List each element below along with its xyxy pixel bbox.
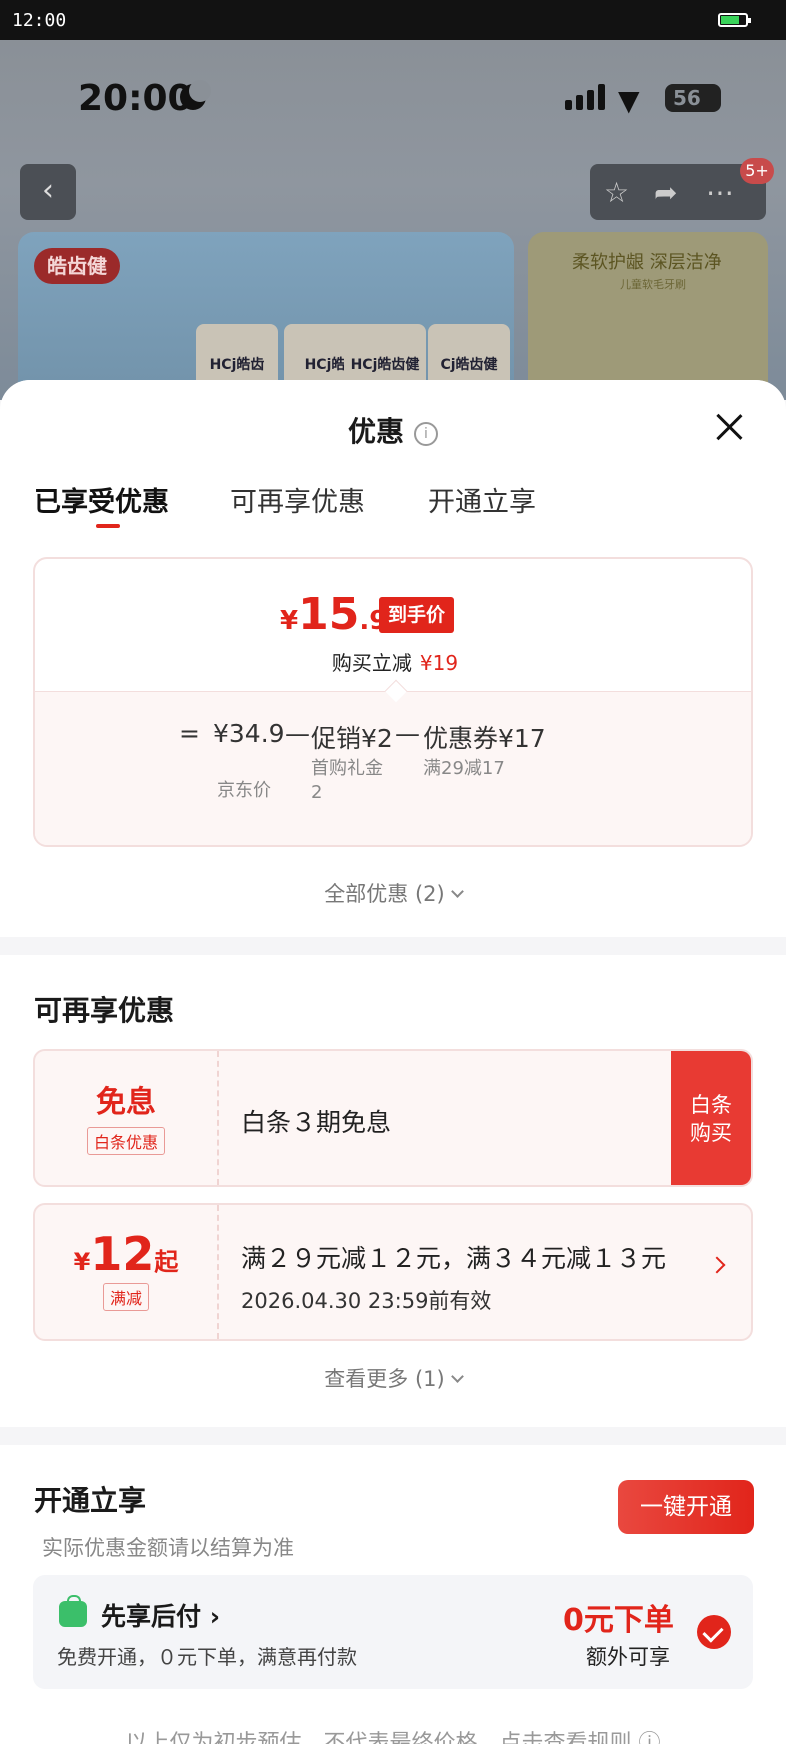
coupon-left: ¥12起 满减 [35,1205,217,1339]
more-offers-card: 可再享优惠 免息 白条优惠 白条３期免息 白条 购买 ¥12起 满减 满２９元减… [0,955,786,1427]
instant-reduction: 购买立减 ¥19 [35,647,751,676]
signal-icon [565,84,607,110]
coupon-description: 满２９元减１２元，满３４元减１３元 [241,1244,667,1273]
coupon-suffix: 起 [154,1248,179,1276]
back-button[interactable]: ‹ [20,164,76,220]
section-title: 开通立享 [34,1484,147,1517]
section-title: 可再享优惠 [34,994,175,1027]
chevron-down-icon [450,885,464,898]
coupon-left: 免息 白条优惠 [35,1051,217,1185]
manjian-coupon[interactable]: ¥12起 满减 满２９元减１２元，满３４元减１３元 2026.04.30 23:… [33,1203,753,1341]
price-integer: 15 [298,589,360,640]
coupon-description: 白条３期免息 [241,1108,392,1137]
banner-title: 柔软护龈 深层洁净 [572,252,722,273]
disclaimer-footer[interactable]: 以上仅为初步预估，不代表最终价格，点击查看规则 ⓘ [0,1725,786,1744]
dashed-divider [217,1205,219,1339]
pay-later-title-text: 先享后付 [101,1602,202,1631]
coupon-validity: 2026.04.30 23:59前有效 [241,1289,492,1313]
message-badge: 5+ [740,158,774,184]
dashed-divider [217,1051,219,1185]
shopping-bag-icon [59,1595,87,1627]
pay-later-box[interactable]: 先享后付 › 免费开通，０元下单，满意再付款 0元下单 额外可享 [33,1575,753,1689]
coupon-amount: ¥12起 [35,1227,217,1281]
all-offers-label: 全部优惠 (2) [324,882,445,906]
coupon-value: 12 [90,1227,155,1281]
battery-icon [718,13,751,27]
enjoyed-offers-card: 优惠 i 已享受优惠 可再享优惠 开通立享 ¥15.9 到手价 购买立减 ¥19 =… [0,380,786,937]
brand-logo: 皓齿健 [34,248,120,284]
final-price-box: ¥15.9 到手价 购买立减 ¥19 = ¥34.9 — 促销¥2 — 优惠券¥1… [33,557,753,847]
tab-open-enjoy[interactable]: 开通立享 [428,480,536,519]
chevron-right-icon: › [209,1602,221,1631]
base-price-label: 京东价 [217,780,271,801]
wifi-icon: ▼ [618,84,640,117]
final-price-tag: 到手价 [379,597,455,633]
tab-more-offers[interactable]: 可再享优惠 [230,480,365,519]
coupon-amount: 优惠券¥17 [423,724,546,753]
promo-label-line2: 2 [311,782,323,803]
phone-battery-icon: 56 [665,84,721,112]
close-icon[interactable] [712,410,746,444]
share-icon[interactable]: ➦ [654,176,677,209]
moon-icon [180,80,211,110]
sheet-title-text: 优惠 [347,415,404,448]
base-price: ¥34.9 [213,719,285,748]
settlement-note: 实际优惠金额请以结算为准 [42,1536,294,1560]
currency-symbol: ¥ [73,1248,91,1276]
info-icon: ⓘ [638,1731,661,1744]
see-more-label: 查看更多 (1) [324,1367,445,1391]
disclaimer-text: 以上仅为初步预估，不代表最终价格，点击查看规则 [125,1731,632,1744]
coupon-tag: 满减 [102,1283,149,1311]
banner-subtitle: 儿童软毛牙刷 [620,278,686,291]
promo-label: 首购礼金 [311,758,383,779]
equals-sign: = [179,719,200,748]
final-price: ¥15.9 [280,589,387,640]
zero-order-label: 0元下单 [563,1603,674,1638]
dimmed-product-page[interactable]: 20:00 ▼ 56 ‹ ☆ ➦ ⋯ 5+ 皓齿健 HCj皓齿 HCj皓 HCj… [0,40,786,400]
see-more-link[interactable]: 查看更多 (1) [0,1363,786,1393]
star-icon[interactable]: ☆ [604,176,629,209]
system-status-bar: 12:00 [0,0,786,40]
system-time: 12:00 [12,10,67,31]
product-image-banner[interactable]: 皓齿健 HCj皓齿 HCj皓 HCj皓齿健 Cj皓齿健 [18,232,514,400]
one-click-open-button[interactable]: 一键开通 [618,1480,754,1534]
phone-clock: 20:00 [78,78,193,119]
more-icon[interactable]: ⋯ [706,176,734,209]
tab-enjoyed[interactable]: 已享受优惠 [34,480,169,528]
coupon-big-text: 免息 [96,1085,156,1120]
checkmark-icon[interactable] [697,1615,731,1649]
price-breakdown [35,691,751,845]
chevron-down-icon [450,1370,464,1383]
baitiao-coupon[interactable]: 免息 白条优惠 白条３期免息 白条 购买 [33,1049,753,1187]
minus-sign: — [285,719,310,748]
info-icon[interactable]: i [414,422,438,446]
currency-symbol: ¥ [280,606,299,636]
pay-later-description: 免费开通，０元下单，满意再付款 [57,1645,357,1669]
baitiao-buy-button[interactable]: 白条 购买 [671,1051,751,1185]
secondary-banner[interactable]: 柔软护龈 深层洁净 儿童软毛牙刷 [528,232,768,400]
all-offers-link[interactable]: 全部优惠 (2) [0,878,786,908]
open-enjoy-card: 开通立享 一键开通 实际优惠金额请以结算为准 先享后付 › 免费开通，０元下单，… [0,1445,786,1744]
coupon-tag: 白条优惠 [86,1127,165,1155]
buy-button-line1: 白条 [690,1093,732,1117]
chevron-right-icon[interactable] [708,1256,726,1274]
promo-amount: 促销¥2 [311,724,393,753]
minus-sign: — [395,719,420,748]
coupon-label: 满29减17 [423,758,505,779]
sheet-title: 优惠 i [0,410,786,450]
pay-later-title[interactable]: 先享后付 › [101,1597,220,1633]
buy-button-line2: 购买 [690,1121,732,1145]
reduction-label: 购买立减 [331,651,412,675]
reduction-amount: ¥19 [419,651,459,675]
offers-bottom-sheet: 优惠 i 已享受优惠 可再享优惠 开通立享 ¥15.9 到手价 购买立减 ¥19 =… [0,380,786,1744]
extra-benefit-label: 额外可享 [586,1645,670,1669]
